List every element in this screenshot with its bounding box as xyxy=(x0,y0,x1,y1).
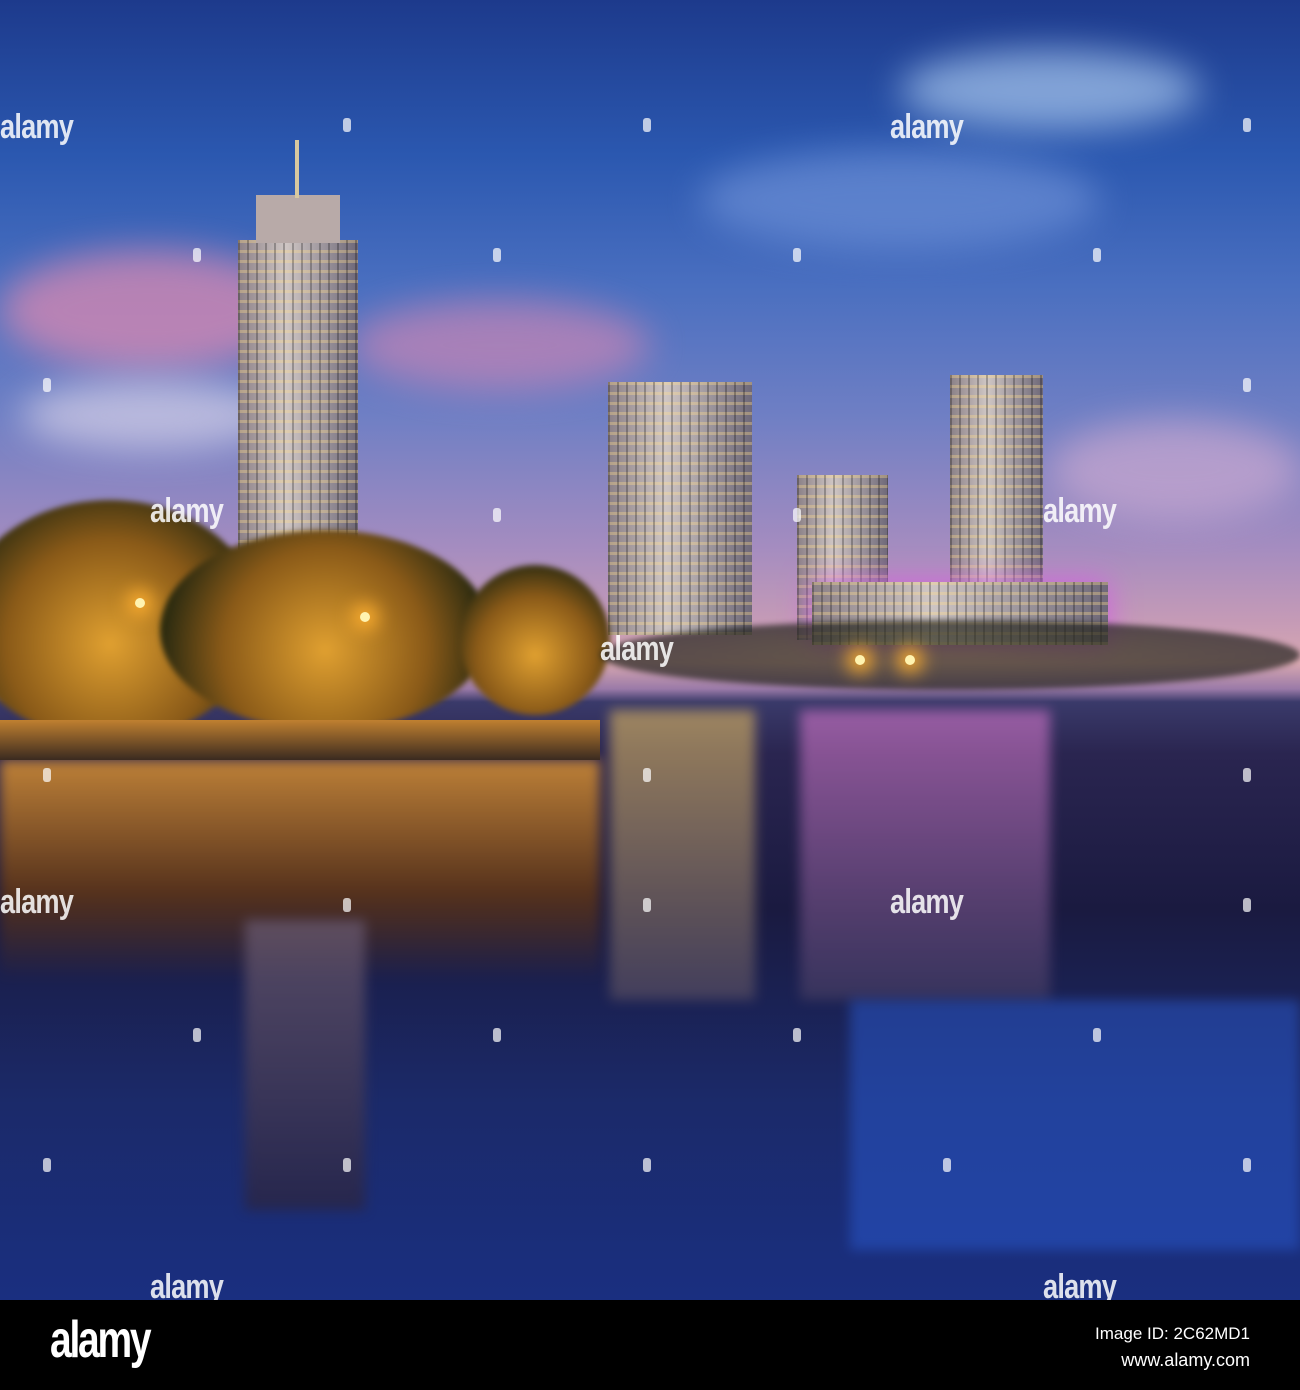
website-link[interactable]: www.alamy.com xyxy=(1121,1350,1250,1371)
watermark: alamy xyxy=(890,883,964,921)
building-4 xyxy=(950,375,1043,590)
watermark-dot xyxy=(1093,248,1101,262)
watermark-dot xyxy=(943,1158,951,1172)
skyline-photo: alamy alamy alamy alamy alamy alamy alam… xyxy=(0,0,1300,1300)
watermark: alamy xyxy=(150,492,224,530)
cloud xyxy=(700,150,1100,250)
watermark-dot xyxy=(1243,898,1251,912)
watermark: alamy xyxy=(0,108,74,146)
image-id: Image ID: 2C62MD1 xyxy=(1095,1324,1250,1343)
street-lamp xyxy=(135,598,145,608)
watermark: alamy xyxy=(0,883,74,921)
watermark-dot xyxy=(793,248,801,262)
watermark-dot xyxy=(643,118,651,132)
watermark-dot xyxy=(643,898,651,912)
reflection-sky xyxy=(850,1000,1300,1250)
tree xyxy=(460,565,610,715)
watermark-dot xyxy=(43,768,51,782)
watermark-dot xyxy=(1243,118,1251,132)
watermark-dot xyxy=(643,768,651,782)
watermark-dot xyxy=(493,1028,501,1042)
street-lamp xyxy=(905,655,915,665)
watermark-dot xyxy=(493,248,501,262)
street-lamp xyxy=(360,612,370,622)
street-lamp xyxy=(855,655,865,665)
watermark-dot xyxy=(43,378,51,392)
watermark-dot xyxy=(1093,1028,1101,1042)
watermark: alamy xyxy=(890,108,964,146)
tower-spire xyxy=(295,140,299,198)
watermark-dot xyxy=(343,898,351,912)
watermark: alamy xyxy=(150,1268,224,1300)
building-2 xyxy=(608,382,752,635)
cloud xyxy=(350,300,650,390)
watermark-dot xyxy=(43,1158,51,1172)
watermark-dot xyxy=(343,1158,351,1172)
reflection-buildings xyxy=(800,710,1050,1000)
watermark: alamy xyxy=(1043,1268,1117,1300)
footer-bar: alamy Image ID: 2C62MD1 www.alamy.com xyxy=(0,1300,1300,1390)
watermark-dot xyxy=(193,1028,201,1042)
tree xyxy=(600,620,1300,690)
watermark: alamy xyxy=(600,630,674,668)
watermark-dot xyxy=(193,248,201,262)
watermark-dot xyxy=(1243,378,1251,392)
reflection-buildings xyxy=(610,710,755,1000)
watermark: alamy xyxy=(1043,492,1117,530)
watermark-dot xyxy=(793,1028,801,1042)
shore xyxy=(0,720,600,760)
alamy-logo: alamy xyxy=(50,1311,152,1369)
watermark-dot xyxy=(343,118,351,132)
tall-tower xyxy=(238,240,358,550)
tower-crown xyxy=(256,195,340,243)
watermark-dot xyxy=(643,1158,651,1172)
watermark-dot xyxy=(1243,1158,1251,1172)
watermark-dot xyxy=(493,508,501,522)
tree xyxy=(160,530,490,730)
watermark-dot xyxy=(793,508,801,522)
watermark-dot xyxy=(1243,768,1251,782)
